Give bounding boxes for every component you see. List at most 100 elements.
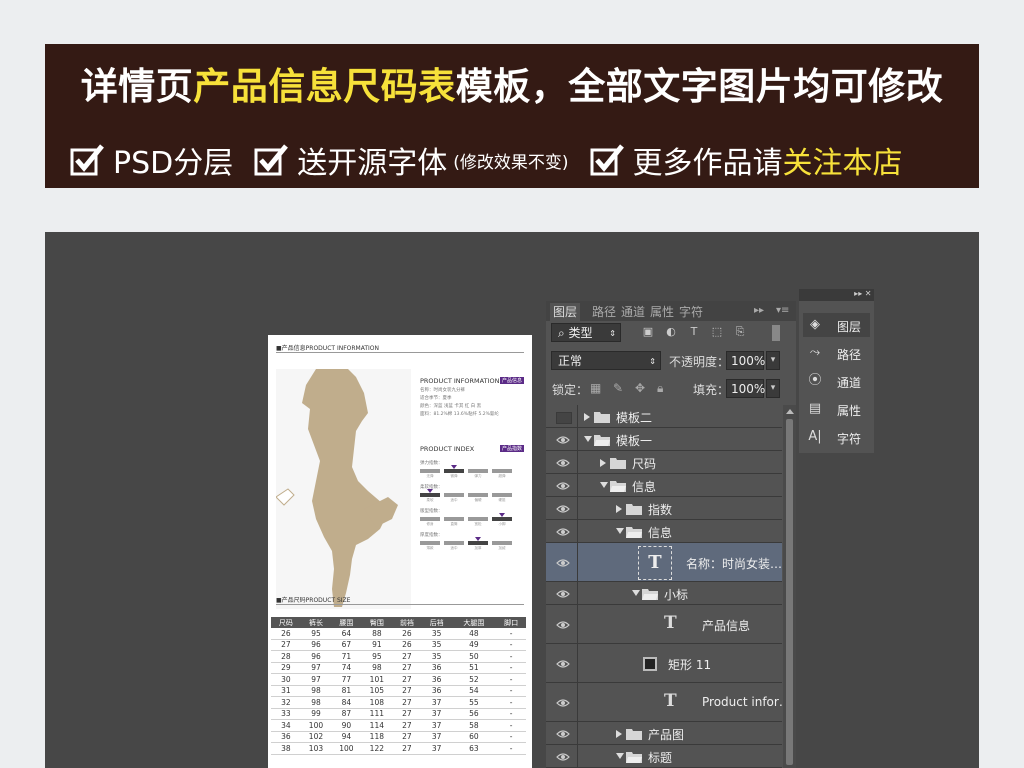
visibility-eye-icon[interactable]: [556, 435, 570, 445]
filter-kind-select[interactable]: ⌕ 类型 ⇕: [551, 323, 621, 342]
layer-row[interactable]: 小标: [546, 582, 782, 605]
visibility-eye-icon[interactable]: [556, 698, 570, 708]
table-row: 36 102 94 118 27 37 60-: [271, 731, 526, 743]
dock-item[interactable]: ⤳ 路径: [803, 341, 870, 365]
table-cell: 103: [300, 742, 332, 755]
tab-properties[interactable]: 属性: [650, 303, 674, 320]
expand-right-icon[interactable]: [616, 504, 622, 513]
table-cell: 96: [300, 639, 332, 651]
table-cell: 67: [331, 639, 362, 651]
section-title-product-info: ■产品信息PRODUCT INFORMATION: [276, 345, 380, 352]
expand-down-icon[interactable]: [584, 435, 592, 442]
visibility-eye-icon[interactable]: [556, 481, 570, 491]
expand-down-icon[interactable]: [600, 481, 608, 488]
layer-row[interactable]: T 名称：时尚女装…: [546, 543, 782, 582]
close-icon[interactable]: ✕: [865, 289, 872, 298]
layer-row[interactable]: 产品图: [546, 722, 782, 745]
panel-menu-icon[interactable]: ▾≡: [776, 305, 789, 316]
layer-name: 模板二: [616, 410, 653, 425]
table-cell: 95: [300, 628, 332, 640]
dock-item[interactable]: ◈ 图层: [803, 313, 870, 337]
lock-image-icon[interactable]: ✎: [613, 381, 623, 395]
layer-row[interactable]: T 产品信息: [546, 605, 782, 644]
table-row: 26 95 64 88 26 35 48-: [271, 628, 526, 640]
layer-row[interactable]: 模板二: [546, 405, 782, 428]
table-cell: 48: [451, 628, 497, 640]
table-cell: -: [496, 731, 526, 743]
table-cell: 98: [300, 696, 332, 709]
layer-row[interactable]: 指数: [546, 497, 782, 520]
fill-input[interactable]: 100%: [726, 379, 765, 398]
expand-down-icon[interactable]: [632, 589, 640, 596]
filter-toggle[interactable]: [772, 325, 780, 341]
fill-dropdown-icon[interactable]: ▾: [766, 379, 780, 398]
visibility-eye-icon[interactable]: [556, 729, 570, 739]
size-table-header-cell: 前裆: [392, 617, 422, 628]
opacity-input[interactable]: 100%: [726, 351, 765, 370]
smart-object-filter-icon[interactable]: ⎘: [733, 325, 747, 339]
product-index-badge: 产品指数: [499, 445, 524, 452]
document-canvas[interactable]: ■产品信息PRODUCT INFORMATION PRODUCT INFORMA…: [268, 335, 532, 768]
table-cell: -: [496, 628, 526, 640]
table-cell: 74: [331, 662, 362, 674]
table-cell: 100: [331, 742, 362, 755]
visibility-eye-icon[interactable]: [556, 752, 570, 762]
tab-channels[interactable]: 通道: [621, 303, 645, 320]
table-cell: 27: [392, 662, 422, 674]
expand-down-icon[interactable]: [616, 527, 624, 534]
character-icon: A|: [808, 429, 822, 444]
layers-scrollbar[interactable]: [783, 405, 796, 768]
table-cell: 35: [421, 639, 452, 651]
expand-down-icon[interactable]: [616, 752, 624, 759]
visibility-off-icon[interactable]: [556, 411, 572, 424]
visibility-eye-icon[interactable]: [556, 504, 570, 514]
layer-row[interactable]: 信息: [546, 520, 782, 543]
type-filter-icon[interactable]: T: [687, 325, 701, 339]
dock-item-label: 路径: [837, 348, 862, 362]
tab-paths[interactable]: 路径: [592, 303, 616, 320]
expand-right-icon[interactable]: [584, 412, 590, 421]
layer-row[interactable]: 尺码: [546, 451, 782, 474]
index-options: 修身 直筒 宽松 小脚: [426, 522, 506, 526]
visibility-eye-icon[interactable]: [556, 558, 570, 568]
panel-tabs: 图层 路径 通道 属性 字符 ▸▸ ▾≡: [546, 301, 796, 321]
collapse-icon[interactable]: ▸▸: [754, 305, 764, 316]
pixel-filter-icon[interactable]: ▣: [641, 325, 655, 339]
table-cell: 51: [451, 662, 497, 674]
dock-header: ▸▸ ✕: [799, 289, 874, 301]
checkbox-checked-icon: [590, 144, 624, 176]
layer-row[interactable]: 标题: [546, 745, 782, 768]
expand-right-icon[interactable]: [600, 458, 606, 467]
dock-item[interactable]: A| 字符: [803, 425, 870, 449]
visibility-eye-icon[interactable]: [556, 527, 570, 537]
table-cell: 32: [271, 696, 301, 709]
lock-transparent-icon[interactable]: ▦: [590, 381, 601, 395]
adjustment-filter-icon[interactable]: ◐: [664, 325, 678, 339]
visibility-eye-icon[interactable]: [556, 589, 570, 599]
scroll-thumb[interactable]: [786, 419, 793, 765]
dock-item[interactable]: ▤ 属性: [803, 397, 870, 421]
expand-icon[interactable]: ▸▸: [854, 289, 862, 298]
visibility-eye-icon[interactable]: [556, 458, 570, 468]
shape-filter-icon[interactable]: ⬚: [710, 325, 724, 339]
opacity-dropdown-icon[interactable]: ▾: [766, 351, 780, 370]
blend-mode-select[interactable]: 正常 ⇕: [551, 351, 661, 370]
layer-row[interactable]: 信息: [546, 474, 782, 497]
divider: [577, 451, 578, 473]
layer-row[interactable]: 模板一: [546, 428, 782, 451]
table-cell: -: [496, 673, 526, 686]
tab-layers[interactable]: 图层: [550, 303, 581, 321]
tab-character[interactable]: 字符: [679, 303, 703, 320]
table-cell: -: [496, 650, 526, 663]
product-index-title: PRODUCT INDEX 产品指数: [420, 445, 532, 455]
layer-row[interactable]: T Product infor…: [546, 683, 791, 722]
dock-item[interactable]: ⦿ 通道: [803, 369, 870, 393]
layer-row[interactable]: 矩形 11: [546, 644, 782, 683]
visibility-eye-icon[interactable]: [556, 620, 570, 630]
lock-all-icon[interactable]: 🔒︎: [657, 381, 663, 396]
expand-right-icon[interactable]: [616, 729, 622, 738]
scroll-up-icon[interactable]: [786, 409, 794, 414]
visibility-eye-icon[interactable]: [556, 659, 570, 669]
lock-position-icon[interactable]: ✥: [635, 381, 645, 395]
folder-open-icon: [642, 588, 658, 600]
